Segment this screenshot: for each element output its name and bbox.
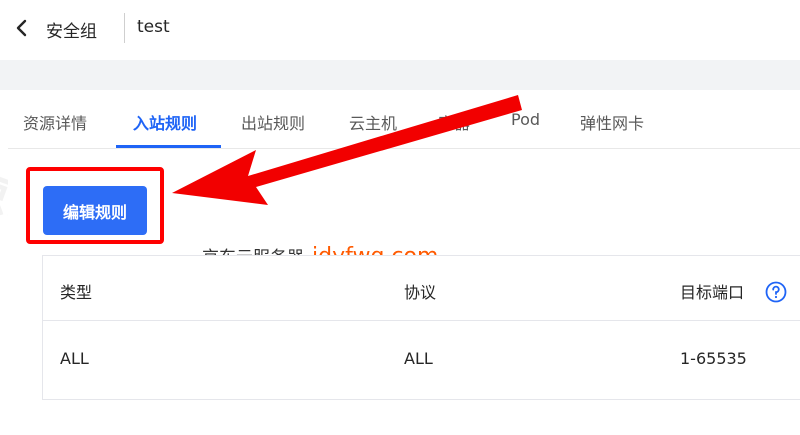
tab-inbound-rules[interactable]: 入站规则 (133, 110, 197, 134)
column-header-protocol: 协议 (404, 283, 437, 302)
active-tab-indicator (116, 145, 221, 148)
header-divider (124, 13, 125, 43)
column-header-type: 类型 (60, 283, 93, 302)
tab-bar: 资源详情 入站规则 出站规则 云主机 容器 Pod 弹性网卡 (8, 90, 800, 149)
cell-protocol: ALL (404, 349, 433, 368)
column-header-port: 目标端口 (680, 283, 745, 302)
rules-table: 类型 协议 目标端口 ALL ALL 1-65535 (42, 255, 800, 400)
table-header-row: 类型 协议 目标端口 (43, 256, 800, 321)
tab-outbound-rules[interactable]: 出站规则 (241, 110, 305, 134)
tab-elastic-nic[interactable]: 弹性网卡 (580, 110, 644, 134)
chevron-left-icon[interactable] (12, 18, 32, 38)
tab-pod[interactable]: Pod (511, 110, 540, 129)
page-header: 安全组 test (0, 0, 800, 60)
page-title: 安全组 (46, 22, 97, 42)
table-row: ALL ALL 1-65535 (43, 321, 800, 399)
highlight-box (26, 167, 164, 244)
tab-cloud-hosts[interactable]: 云主机 (349, 110, 397, 134)
page-background (0, 60, 800, 90)
tab-containers[interactable]: 容器 (438, 110, 470, 134)
cell-type: ALL (60, 349, 89, 368)
cell-port: 1-65535 (680, 349, 747, 368)
security-group-name: test (137, 17, 170, 37)
tab-resource-details[interactable]: 资源详情 (23, 110, 87, 134)
help-icon[interactable] (765, 281, 787, 303)
